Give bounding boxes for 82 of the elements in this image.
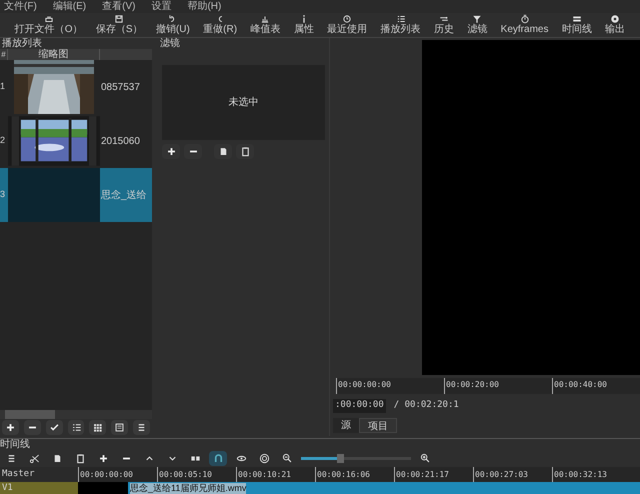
empty-message: 未选中 [228, 96, 258, 110]
toolbar-button[interactable]: 保存（S） [92, 14, 147, 36]
menu-item[interactable]: 编辑(E) [52, 0, 86, 12]
panel-title: 播放列表 [1, 38, 42, 49]
toolbar-button[interactable]: 历史 [430, 14, 458, 36]
zoomin-icon [420, 453, 430, 464]
save-icon [114, 14, 124, 24]
filter-toolbar-button[interactable] [184, 144, 202, 159]
filter-toolbar-button[interactable] [214, 144, 232, 159]
track-header[interactable]: V1 [0, 482, 78, 494]
bars-icon [260, 14, 270, 24]
row-number: 1 [0, 80, 6, 94]
plus-icon [98, 453, 108, 464]
clip-name: 0857537 [100, 80, 141, 94]
panel-title: 时间线 [0, 439, 30, 450]
timeline-toolbar-button[interactable] [209, 451, 227, 466]
track-header[interactable]: Master [0, 467, 78, 482]
clip-name: 2015060 [100, 134, 141, 148]
ruler-label: 00:00:20:00 [444, 378, 552, 394]
sliders-icon [438, 14, 449, 24]
tab[interactable]: 源 [333, 418, 359, 432]
duration-label: / 00:02:20:1 [394, 399, 459, 412]
target-icon [258, 453, 270, 464]
track-name: Master [2, 469, 35, 479]
ruler-label: 00:00:00:00 [336, 378, 444, 394]
cut-icon [28, 453, 40, 464]
timeline-icon [572, 14, 582, 24]
playlist-toolbar-button[interactable] [24, 420, 41, 435]
playlist-toolbar-button[interactable] [89, 420, 106, 435]
filter-toolbar-button[interactable] [162, 144, 180, 159]
plus-icon [4, 422, 16, 433]
menu-item[interactable]: 帮助(H) [187, 0, 222, 12]
toolbar-button[interactable]: 属性 [290, 14, 318, 36]
disc-icon [610, 14, 620, 24]
timecode-field[interactable]: :00:00:00 [333, 399, 386, 412]
menu-item[interactable]: 设置 [151, 0, 172, 12]
toolbar-button[interactable]: 撤销(U) [152, 14, 194, 36]
paste-icon [240, 146, 250, 157]
check-icon [48, 422, 60, 433]
toolbar-button[interactable]: Keyframes [496, 14, 552, 36]
slider-thumb[interactable] [336, 454, 344, 463]
toolbar-button[interactable]: 最近使用 [323, 14, 372, 36]
list-icon [396, 14, 406, 24]
panel-title: 滤镜 [159, 38, 181, 49]
ruler-label: 00:00:40:00 [552, 378, 640, 394]
menu-item[interactable]: 文件(F) [4, 0, 37, 12]
track-name: V1 [2, 483, 13, 493]
zoomout-icon [282, 453, 292, 464]
toolbar-button[interactable]: 播放列表 [376, 14, 425, 36]
clip-name: 思念_送给 [100, 188, 148, 202]
menu-item[interactable]: 查看(V) [102, 0, 136, 12]
row-number: 2 [0, 134, 6, 148]
playlist-row[interactable]: 1 0857537 [0, 60, 152, 114]
grid-icon [92, 422, 104, 433]
zoom-slider[interactable] [301, 457, 411, 460]
details-icon [114, 422, 126, 433]
toolbar-button[interactable]: 打开文件（O） [10, 14, 86, 36]
playlist-toolbar-button[interactable] [68, 420, 84, 435]
ripple-icon [236, 453, 246, 464]
toolbar-button[interactable]: 重做(R) [199, 14, 242, 36]
paste-icon [74, 453, 86, 464]
stopwatch-icon [520, 14, 530, 24]
filter-toolbar-button[interactable] [236, 144, 254, 159]
playlist-row[interactable]: 2 2015060 [0, 114, 152, 168]
plus-icon [166, 146, 176, 157]
toolbar-button[interactable]: 峰值表 [246, 14, 284, 36]
row-number: 3 [0, 188, 6, 202]
scrollbar-thumb[interactable] [5, 410, 55, 419]
tray-icon [44, 14, 54, 24]
list-icon [70, 422, 82, 433]
menu-icon [136, 422, 148, 433]
toolbar-button[interactable]: 滤镜 [463, 14, 492, 36]
playlist-toolbar-button[interactable] [133, 420, 150, 435]
playlist-toolbar-button[interactable] [2, 420, 19, 435]
toolbar-button[interactable]: 输出 [601, 14, 630, 36]
tab[interactable]: 项目 [359, 418, 397, 432]
magnet-icon [212, 453, 224, 464]
playlist-row[interactable]: 3 思念_送给 [0, 168, 152, 222]
playlist-toolbar-button[interactable] [111, 420, 128, 435]
clock-icon [342, 14, 352, 24]
toolbar-button[interactable]: 时间线 [558, 14, 596, 36]
playlist-toolbar-button[interactable] [46, 420, 63, 435]
